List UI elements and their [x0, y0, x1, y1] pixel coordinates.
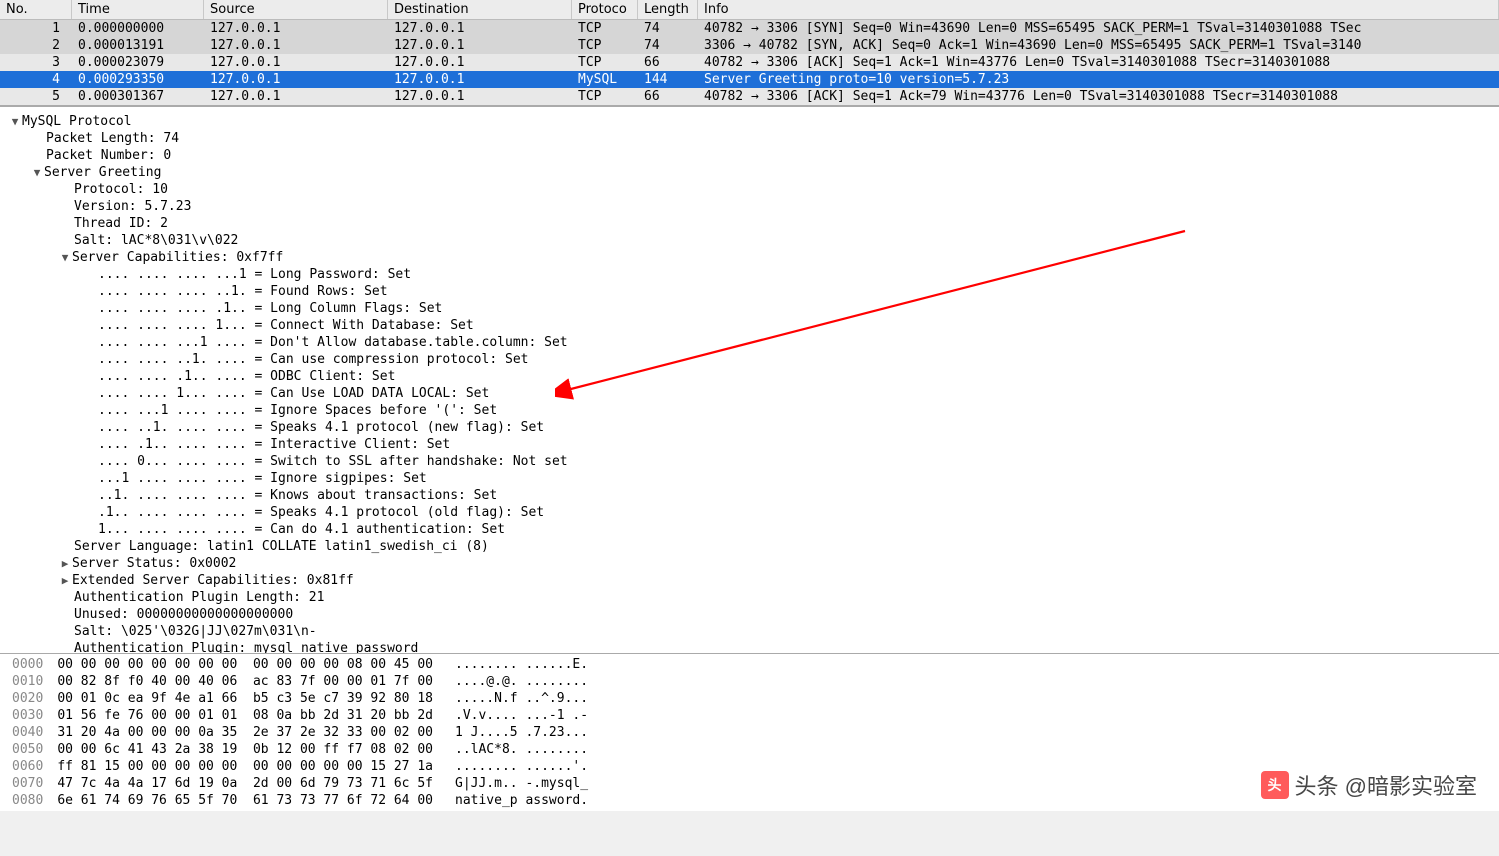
tree-auth-plugin[interactable]: Authentication Plugin: mysql_native_pass… — [0, 640, 1499, 654]
tree-salt[interactable]: Salt: lAC*8\031\v\022 — [0, 232, 1499, 249]
tree-unused[interactable]: Unused: 00000000000000000000 — [0, 606, 1499, 623]
hex-ascii: G|JJ.m.. -.mysql_ — [455, 775, 588, 792]
hex-ascii: ..lAC*8. ........ — [455, 741, 588, 758]
tree-packet-number[interactable]: Packet Number: 0 — [0, 147, 1499, 164]
hex-row[interactable]: 004031 20 4a 00 00 00 0a 35 2e 37 2e 32 … — [0, 724, 1499, 741]
hex-row[interactable]: 003001 56 fe 76 00 00 01 01 08 0a bb 2d … — [0, 707, 1499, 724]
hex-bytes: 00 01 0c ea 9f 4e a1 66 b5 c3 5e c7 39 9… — [57, 690, 455, 707]
tree-protocol[interactable]: Protocol: 10 — [0, 181, 1499, 198]
chevron-right-icon[interactable]: ▶ — [58, 555, 72, 572]
hex-ascii: .V.v.... ...-1 .- — [455, 707, 588, 724]
hex-bytes: 47 7c 4a 4a 17 6d 19 0a 2d 00 6d 79 73 7… — [57, 775, 455, 792]
tree-salt2[interactable]: Salt: \025'\032G|JJ\027m\031\n- — [0, 623, 1499, 640]
tree-server-capabilities[interactable]: ▼ Server Capabilities: 0xf7ff — [0, 249, 1499, 266]
tree-capability-flag[interactable]: .... .... ...1 .... = Don't Allow databa… — [0, 334, 1499, 351]
tree-capability-flag[interactable]: .... .1.. .... .... = Interactive Client… — [0, 436, 1499, 453]
tree-capability-flag[interactable]: .... .... 1... .... = Can Use LOAD DATA … — [0, 385, 1499, 402]
tree-version[interactable]: Version: 5.7.23 — [0, 198, 1499, 215]
tree-capability-flag[interactable]: .1.. .... .... .... = Speaks 4.1 protoco… — [0, 504, 1499, 521]
tree-capability-flag[interactable]: .... .... ..1. .... = Can use compressio… — [0, 351, 1499, 368]
hex-row[interactable]: 005000 00 6c 41 43 2a 38 19 0b 12 00 ff … — [0, 741, 1499, 758]
hex-ascii: 1 J....5 .7.23... — [455, 724, 588, 741]
hex-row[interactable]: 002000 01 0c ea 9f 4e a1 66 b5 c3 5e c7 … — [0, 690, 1499, 707]
tree-capability-flag[interactable]: .... .... .... .1.. = Long Column Flags:… — [0, 300, 1499, 317]
hex-ascii: native_p assword. — [455, 792, 588, 809]
packet-list-header: No. Time Source Destination Protoco Leng… — [0, 0, 1499, 20]
chevron-right-icon[interactable]: ▶ — [58, 572, 72, 589]
tree-capability-flag[interactable]: ...1 .... .... .... = Ignore sigpipes: S… — [0, 470, 1499, 487]
packet-details-pane: ▼ MySQL Protocol Packet Length: 74 Packe… — [0, 106, 1499, 654]
packet-row[interactable]: 10.000000000127.0.0.1127.0.0.1TCP7440782… — [0, 20, 1499, 37]
tree-capability-flag[interactable]: .... ..1. .... .... = Speaks 4.1 protoco… — [0, 419, 1499, 436]
tree-mysql-protocol[interactable]: ▼ MySQL Protocol — [0, 113, 1499, 130]
hex-offset: 0050 — [0, 741, 57, 758]
hex-offset: 0040 — [0, 724, 57, 741]
hex-ascii: ....@.@. ........ — [455, 673, 588, 690]
tree-capability-flag[interactable]: .... .... .... ...1 = Long Password: Set — [0, 266, 1499, 283]
hex-row[interactable]: 000000 00 00 00 00 00 00 00 00 00 00 00 … — [0, 656, 1499, 673]
column-header-protocol[interactable]: Protoco — [572, 0, 638, 19]
hex-ascii: ........ ......'. — [455, 758, 588, 775]
column-header-info[interactable]: Info — [698, 0, 1499, 19]
hex-bytes: 31 20 4a 00 00 00 0a 35 2e 37 2e 32 33 0… — [57, 724, 455, 741]
tree-capability-flag[interactable]: .... .... .... 1... = Connect With Datab… — [0, 317, 1499, 334]
tree-server-language[interactable]: Server Language: latin1 COLLATE latin1_s… — [0, 538, 1499, 555]
column-header-time[interactable]: Time — [72, 0, 204, 19]
hex-bytes: 00 00 6c 41 43 2a 38 19 0b 12 00 ff f7 0… — [57, 741, 455, 758]
tree-label: MySQL Protocol — [22, 113, 132, 130]
packet-row[interactable]: 30.000023079127.0.0.1127.0.0.1TCP6640782… — [0, 54, 1499, 71]
hex-offset: 0080 — [0, 792, 57, 809]
hex-bytes: 00 82 8f f0 40 00 40 06 ac 83 7f 00 00 0… — [57, 673, 455, 690]
tree-server-greeting[interactable]: ▼ Server Greeting — [0, 164, 1499, 181]
hex-offset: 0020 — [0, 690, 57, 707]
hex-row[interactable]: 001000 82 8f f0 40 00 40 06 ac 83 7f 00 … — [0, 673, 1499, 690]
tree-capability-flag[interactable]: .... .... .1.. .... = ODBC Client: Set — [0, 368, 1499, 385]
tree-capability-flag[interactable]: 1... .... .... .... = Can do 4.1 authent… — [0, 521, 1499, 538]
hex-bytes: 00 00 00 00 00 00 00 00 00 00 00 00 08 0… — [57, 656, 455, 673]
hex-ascii: ........ ......E. — [455, 656, 588, 673]
packet-list-pane: No. Time Source Destination Protoco Leng… — [0, 0, 1499, 106]
hex-offset: 0030 — [0, 707, 57, 724]
chevron-down-icon[interactable]: ▼ — [8, 113, 22, 130]
column-header-length[interactable]: Length — [638, 0, 698, 19]
hex-offset: 0000 — [0, 656, 57, 673]
watermark: 头 头条 @暗影实验室 — [1261, 769, 1477, 801]
tree-extended-capabilities[interactable]: ▶ Extended Server Capabilities: 0x81ff — [0, 572, 1499, 589]
chevron-down-icon[interactable]: ▼ — [30, 164, 44, 181]
tree-capability-flag[interactable]: .... .... .... ..1. = Found Rows: Set — [0, 283, 1499, 300]
tree-auth-plugin-length[interactable]: Authentication Plugin Length: 21 — [0, 589, 1499, 606]
hex-offset: 0060 — [0, 758, 57, 775]
column-header-no[interactable]: No. — [0, 0, 72, 19]
packet-row[interactable]: 20.000013191127.0.0.1127.0.0.1TCP743306 … — [0, 37, 1499, 54]
tree-thread-id[interactable]: Thread ID: 2 — [0, 215, 1499, 232]
hex-offset: 0070 — [0, 775, 57, 792]
hex-ascii: .....N.f ..^.9... — [455, 690, 588, 707]
hex-bytes: 01 56 fe 76 00 00 01 01 08 0a bb 2d 31 2… — [57, 707, 455, 724]
column-header-source[interactable]: Source — [204, 0, 388, 19]
watermark-text: 头条 @暗影实验室 — [1295, 769, 1477, 801]
tree-capability-flag[interactable]: .... ...1 .... .... = Ignore Spaces befo… — [0, 402, 1499, 419]
hex-offset: 0010 — [0, 673, 57, 690]
tree-capability-flag[interactable]: ..1. .... .... .... = Knows about transa… — [0, 487, 1499, 504]
hex-bytes: ff 81 15 00 00 00 00 00 00 00 00 00 00 1… — [57, 758, 455, 775]
watermark-icon: 头 — [1261, 771, 1289, 799]
column-header-destination[interactable]: Destination — [388, 0, 572, 19]
chevron-down-icon[interactable]: ▼ — [58, 249, 72, 266]
tree-capability-flag[interactable]: .... 0... .... .... = Switch to SSL afte… — [0, 453, 1499, 470]
tree-packet-length[interactable]: Packet Length: 74 — [0, 130, 1499, 147]
hex-bytes: 6e 61 74 69 76 65 5f 70 61 73 73 77 6f 7… — [57, 792, 455, 809]
packet-row[interactable]: 40.000293350127.0.0.1127.0.0.1MySQL144Se… — [0, 71, 1499, 88]
tree-server-status[interactable]: ▶ Server Status: 0x0002 — [0, 555, 1499, 572]
packet-row[interactable]: 50.000301367127.0.0.1127.0.0.1TCP6640782… — [0, 88, 1499, 105]
